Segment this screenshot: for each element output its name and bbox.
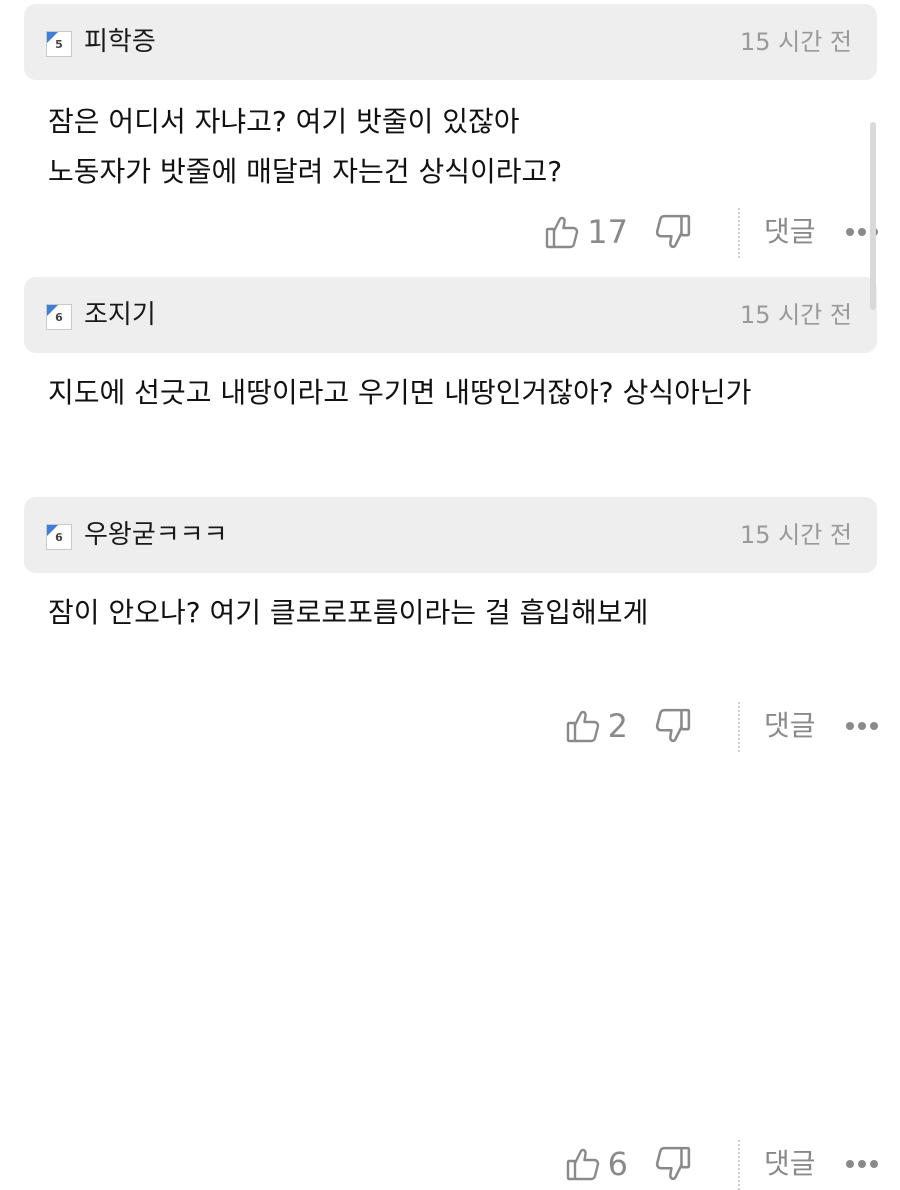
comment-actions: 6 댓글 (0, 1138, 900, 1190)
action-divider (738, 1140, 740, 1190)
comment-header: 6 조지기 15 시간 전 (24, 277, 877, 353)
comment-header: 6 우왕굳ㅋㅋㅋ 15 시간 전 (24, 497, 877, 573)
like-button[interactable]: 6 (566, 1144, 628, 1184)
thumbs-up-icon (566, 709, 600, 743)
scrollbar[interactable] (870, 122, 876, 310)
comment-line: 노동자가 밧줄에 매달려 자는건 상식이라고? (48, 155, 563, 188)
comment-actions: 2 댓글 (0, 700, 900, 752)
thumbs-down-icon[interactable] (655, 214, 691, 250)
comment-body: 잠이 안오나? 여기 클로로포름이라는 걸 흡입해보게 (48, 588, 858, 638)
nickname[interactable]: 우왕굳ㅋㅋㅋ (84, 518, 228, 552)
like-button[interactable]: 17 (545, 212, 628, 252)
like-count: 2 (607, 707, 628, 745)
more-dots-icon[interactable] (844, 1152, 884, 1176)
nickname[interactable]: 조지기 (84, 298, 156, 332)
more-dots-icon[interactable] (844, 220, 884, 244)
action-divider (738, 208, 740, 258)
timestamp: 15 시간 전 (739, 301, 852, 329)
thumbs-up-icon (566, 1147, 600, 1181)
reply-button[interactable]: 댓글 (764, 704, 816, 748)
comment-header: 5 피학증 15 시간 전 (24, 4, 877, 80)
nickname[interactable]: 피학증 (84, 25, 156, 59)
timestamp: 15 시간 전 (739, 28, 852, 56)
thumbs-down-icon[interactable] (655, 708, 691, 744)
comment-line: 잠은 어디서 자냐고? 여기 밧줄이 있잖아 (48, 105, 520, 138)
level-badge-icon: 6 (46, 524, 72, 550)
level-number: 6 (55, 531, 63, 544)
level-number: 5 (55, 38, 63, 51)
reply-button[interactable]: 댓글 (764, 1142, 816, 1186)
thumbs-down-icon[interactable] (655, 1146, 691, 1182)
comment-body: 잠은 어디서 자냐고? 여기 밧줄이 있잖아 노동자가 밧줄에 매달려 자는건 … (48, 97, 858, 197)
like-count: 17 (587, 213, 628, 251)
more-dots-icon[interactable] (844, 714, 884, 738)
timestamp: 15 시간 전 (739, 521, 852, 549)
thumbs-up-icon (545, 215, 579, 249)
level-number: 6 (55, 311, 63, 324)
reply-button[interactable]: 댓글 (764, 210, 816, 254)
comment-line: 지도에 선긋고 내땅이라고 우기면 내땅인거잖아? 상식아닌가 (48, 376, 752, 409)
action-divider (738, 702, 740, 752)
comment-line: 잠이 안오나? 여기 클로로포름이라는 걸 흡입해보게 (48, 596, 649, 629)
comment-actions: 17 댓글 (0, 206, 900, 258)
level-badge-icon: 5 (46, 31, 72, 57)
level-badge-icon: 6 (46, 304, 72, 330)
like-button[interactable]: 2 (566, 706, 628, 746)
like-count: 6 (607, 1145, 628, 1183)
comment-body: 지도에 선긋고 내땅이라고 우기면 내땅인거잖아? 상식아닌가 (48, 368, 858, 418)
